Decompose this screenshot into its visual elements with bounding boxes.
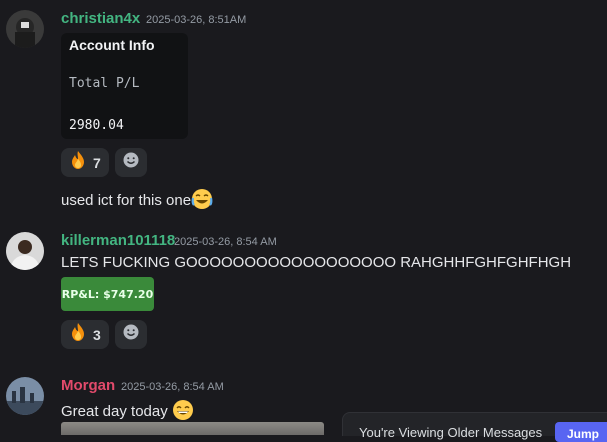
banner-text: You're Viewing Older Messages bbox=[359, 425, 543, 440]
pnl-badge: RP&L: $747.20 bbox=[61, 277, 154, 311]
username[interactable]: killerman101118 bbox=[61, 232, 175, 249]
account-info-embed: Account Info Total P/L 2980.04 bbox=[61, 33, 188, 139]
timestamp: 2025-03-26, 8:54 AM bbox=[174, 236, 277, 248]
username[interactable]: Morgan bbox=[61, 377, 115, 394]
smiley-add-icon bbox=[122, 151, 140, 174]
jump-to-present-button[interactable]: Jump bbox=[555, 422, 607, 442]
reaction-count: 7 bbox=[93, 154, 101, 171]
message-text: used ict for this one bbox=[61, 188, 213, 214]
timestamp: 2025-03-26, 8:51AM bbox=[146, 14, 247, 26]
reaction-fire[interactable]: 7 bbox=[61, 148, 109, 177]
username[interactable]: christian4x bbox=[61, 10, 140, 27]
avatar[interactable] bbox=[6, 232, 44, 270]
avatar[interactable] bbox=[6, 377, 44, 415]
fire-icon bbox=[68, 322, 88, 347]
timestamp: 2025-03-26, 8:54 AM bbox=[121, 381, 224, 393]
embed-title: Account Info bbox=[69, 37, 155, 53]
older-messages-banner: You're Viewing Older Messages Jump bbox=[342, 412, 607, 442]
avatar[interactable] bbox=[6, 10, 44, 48]
fire-icon bbox=[68, 150, 88, 175]
embed-value: 2980.04 bbox=[69, 118, 124, 133]
image-attachment[interactable] bbox=[61, 422, 324, 435]
joy-emoji-icon bbox=[191, 188, 213, 214]
smiley-add-icon bbox=[122, 323, 140, 346]
add-reaction-button[interactable] bbox=[115, 320, 147, 349]
message-text: LETS FUCKING GOOOOOOOOOOOOOOOOOO RAHGHHF… bbox=[61, 254, 572, 271]
reaction-count: 3 bbox=[93, 326, 101, 343]
reaction-fire[interactable]: 3 bbox=[61, 320, 109, 349]
add-reaction-button[interactable] bbox=[115, 148, 147, 177]
embed-label: Total P/L bbox=[69, 76, 140, 91]
